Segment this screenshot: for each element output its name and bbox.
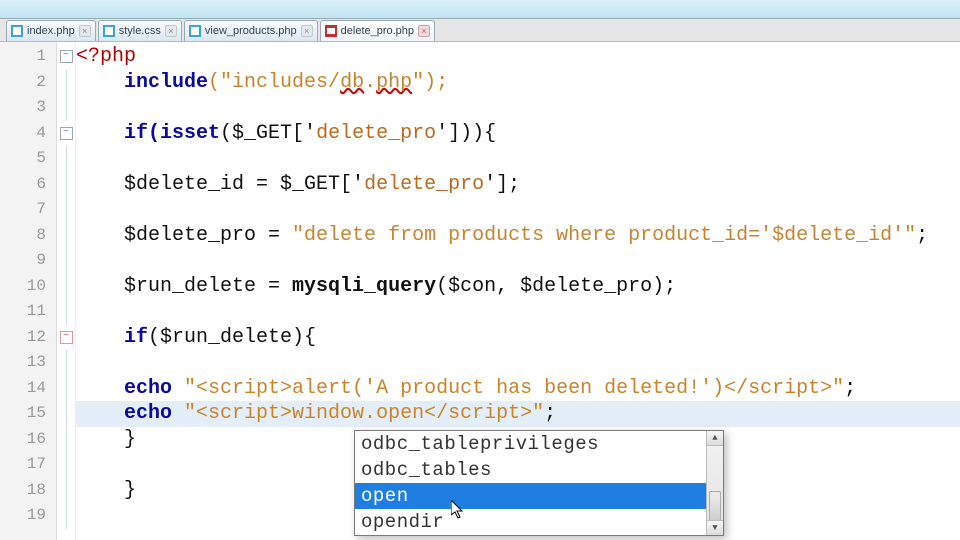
code-text: "<script>window.open</script>"	[184, 402, 544, 425]
scroll-thumb[interactable]	[709, 491, 721, 521]
fold-toggle-icon[interactable]: −	[60, 127, 73, 140]
file-icon	[11, 25, 23, 37]
tab-label: view_products.php	[205, 25, 297, 37]
file-icon	[103, 25, 115, 37]
code-text: php	[376, 71, 412, 94]
code-text: '])){	[436, 122, 496, 145]
code-text: isset	[160, 122, 220, 145]
code-text: ;	[844, 377, 856, 400]
current-line: echo "<script>window.open</script>";	[76, 401, 960, 427]
code-text: echo	[124, 402, 184, 425]
code-text: db	[340, 71, 364, 94]
code-text: $delete_id = $_GET['	[124, 173, 364, 196]
fold-toggle-icon[interactable]: −	[60, 331, 73, 344]
tab-index[interactable]: index.php ×	[6, 20, 96, 41]
tab-close-icon[interactable]: ×	[165, 25, 177, 37]
code-text: if(	[124, 122, 160, 145]
tab-close-icon[interactable]: ×	[79, 25, 91, 37]
tab-label: index.php	[27, 25, 75, 37]
fold-toggle-icon[interactable]: −	[60, 50, 73, 63]
code-text: .	[364, 71, 376, 94]
scroll-down-icon[interactable]: ▼	[707, 520, 723, 535]
autocomplete-option[interactable]: opendir	[355, 509, 723, 535]
tab-delete-pro[interactable]: delete_pro.php ×	[320, 20, 435, 41]
code-text: ");	[412, 71, 448, 94]
code-text: ;	[916, 224, 928, 247]
tab-label: style.css	[119, 25, 161, 37]
code-text: echo	[124, 377, 184, 400]
tab-view-products[interactable]: view_products.php ×	[184, 20, 318, 41]
tab-label: delete_pro.php	[341, 25, 414, 37]
code-text: }	[124, 428, 136, 451]
toolbar-stub	[0, 0, 960, 19]
code-text: <?php	[76, 45, 136, 68]
autocomplete-scrollbar[interactable]: ▲ ▼	[706, 431, 723, 535]
code-text: ("includes/	[208, 71, 340, 94]
code-text: ;	[544, 402, 556, 425]
file-icon	[189, 25, 201, 37]
code-text: ($run_delete){	[148, 326, 316, 349]
code-text: "<script>alert('A product has been delet…	[184, 377, 844, 400]
autocomplete-option[interactable]: odbc_tables	[355, 457, 723, 483]
line-number-gutter: 12345678910111213141516171819	[0, 42, 57, 540]
code-text: ($_GET['	[220, 122, 316, 145]
tab-bar: index.php × style.css × view_products.ph…	[0, 19, 960, 42]
scroll-up-icon[interactable]: ▲	[707, 431, 723, 446]
code-text: delete_pro	[364, 173, 484, 196]
code-text: "delete from products where product_id='…	[292, 224, 916, 247]
code-text: $delete_pro =	[124, 224, 292, 247]
tab-close-icon[interactable]: ×	[418, 25, 430, 37]
php-file-icon	[325, 25, 337, 37]
code-text: '];	[484, 173, 520, 196]
code-text: delete_pro	[316, 122, 436, 145]
autocomplete-option[interactable]: odbc_tableprivileges	[355, 431, 723, 457]
code-text: ($con, $delete_pro);	[436, 275, 676, 298]
code-text: }	[124, 479, 136, 502]
autocomplete-popup[interactable]: odbc_tableprivileges odbc_tables open op…	[354, 430, 724, 536]
tab-style[interactable]: style.css ×	[98, 20, 182, 41]
code-text: if	[124, 326, 148, 349]
code-text: $run_delete =	[124, 275, 292, 298]
autocomplete-option-selected[interactable]: open	[355, 483, 723, 509]
code-text: include	[124, 71, 208, 94]
fold-column: − − −	[57, 42, 76, 540]
code-text: mysqli_query	[292, 275, 436, 298]
tab-close-icon[interactable]: ×	[301, 25, 313, 37]
